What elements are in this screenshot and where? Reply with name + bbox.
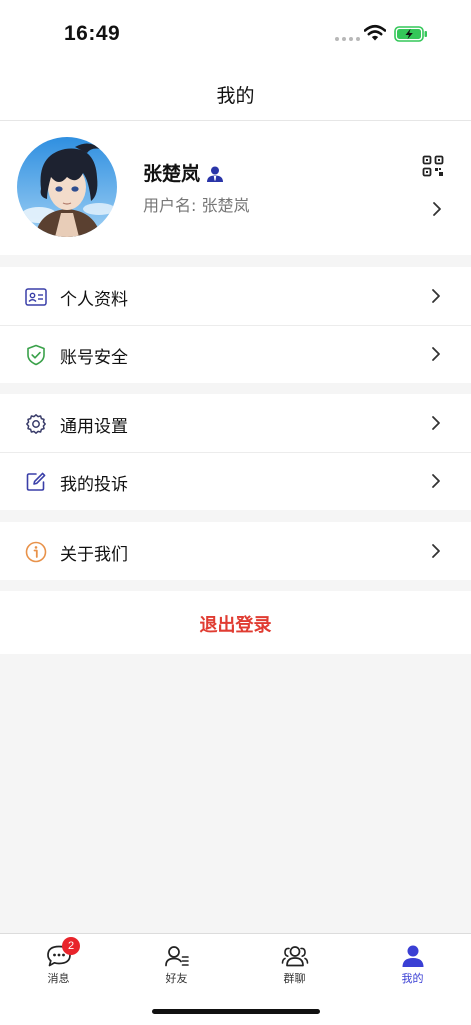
menu-item-label: 我的投诉 <box>60 475 128 495</box>
tab-messages[interactable]: 2 消息 <box>0 934 117 994</box>
tab-me[interactable]: 我的 <box>354 934 471 994</box>
chevron-right-icon <box>433 202 441 216</box>
profile-username: 用户名: 张楚岚 <box>143 196 250 215</box>
menu-group-settings: 通用设置 我的投诉 <box>0 394 471 510</box>
chevron-right-icon <box>432 416 440 430</box>
menu-group-about: 关于我们 <box>0 522 471 580</box>
edit-icon <box>26 472 46 491</box>
profile-name: 张楚岚 <box>143 163 201 185</box>
menu-item-about-us[interactable]: 关于我们 <box>0 522 471 580</box>
tab-label: 我的 <box>401 972 424 985</box>
profile-name-row: 张楚岚 <box>143 159 224 186</box>
chevron-right-icon <box>432 474 440 488</box>
status-time: 16:49 <box>64 22 121 45</box>
unread-badge: 2 <box>62 937 80 955</box>
chevron-right-icon <box>432 347 440 361</box>
menu-item-my-complaints[interactable]: 我的投诉 <box>0 452 471 510</box>
menu-item-personal-info[interactable]: 个人资料 <box>0 267 471 325</box>
info-icon <box>25 541 47 563</box>
menu-item-label: 账号安全 <box>60 348 128 368</box>
tab-label: 群聊 <box>283 972 306 985</box>
shield-check-icon <box>27 344 45 366</box>
tab-label: 好友 <box>165 972 188 985</box>
menu-item-label: 关于我们 <box>60 545 128 565</box>
tab-friends[interactable]: 好友 <box>118 934 235 994</box>
chevron-right-icon <box>432 289 440 303</box>
qr-code-icon[interactable] <box>422 155 444 177</box>
profile-card[interactable]: 张楚岚 用户名: 张楚岚 <box>0 121 471 255</box>
verified-user-icon <box>207 166 224 182</box>
friends-icon <box>164 946 189 967</box>
menu-item-general-settings[interactable]: 通用设置 <box>0 394 471 452</box>
tab-label: 消息 <box>47 972 70 985</box>
navigation-bar: 我的 <box>0 64 471 121</box>
group-icon <box>281 946 308 967</box>
page-title: 我的 <box>216 85 255 107</box>
home-indicator <box>152 1009 320 1014</box>
avatar[interactable] <box>17 137 117 237</box>
status-bar: 16:49 <box>0 0 471 64</box>
menu-item-account-security[interactable]: 账号安全 <box>0 325 471 383</box>
cellular-signal-icon <box>335 37 360 41</box>
logout-label: 退出登录 <box>199 615 272 636</box>
menu-item-label: 通用设置 <box>60 417 128 437</box>
gear-icon <box>26 414 46 434</box>
menu-group-profile: 个人资料 账号安全 <box>0 267 471 383</box>
battery-icon <box>394 26 427 42</box>
wifi-icon <box>364 24 386 41</box>
id-card-icon <box>25 288 47 306</box>
tab-groups[interactable]: 群聊 <box>236 934 353 994</box>
logout-button[interactable]: 退出登录 <box>0 591 471 654</box>
person-icon <box>402 945 423 967</box>
menu-item-label: 个人资料 <box>60 290 128 310</box>
chevron-right-icon <box>432 544 440 558</box>
